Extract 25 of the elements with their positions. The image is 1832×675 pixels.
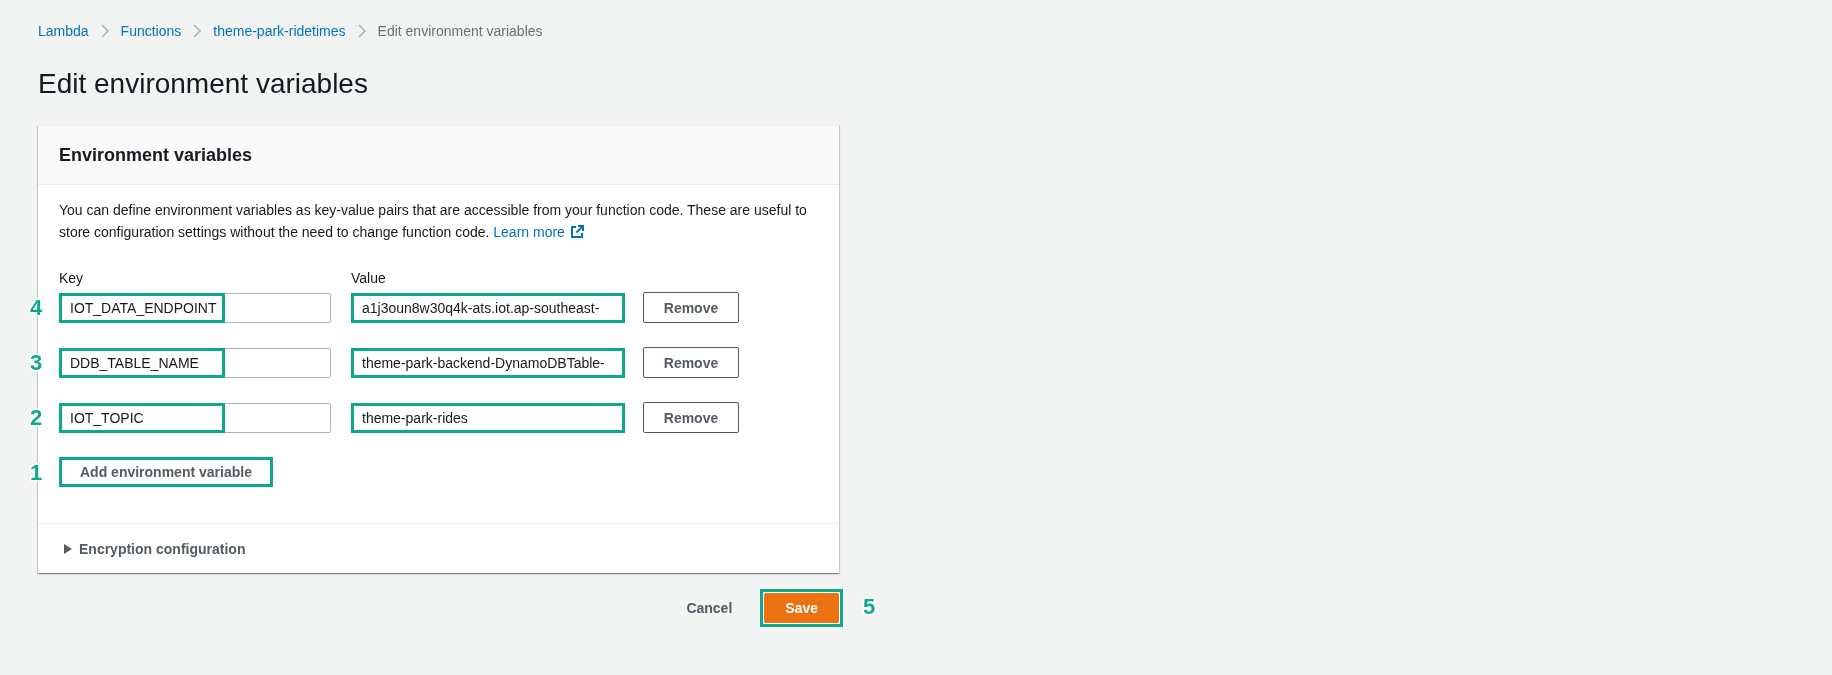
breadcrumb-current: Edit environment variables xyxy=(377,22,543,41)
remove-button[interactable]: Remove xyxy=(643,292,739,323)
callout-number: 2 xyxy=(30,406,43,429)
panel-title: Environment variables xyxy=(59,144,253,166)
key-label: Key xyxy=(59,269,85,288)
caret-right-icon[interactable] xyxy=(63,543,73,554)
callout-number: 5 xyxy=(863,595,876,618)
encryption-toggle[interactable]: Encryption configuration xyxy=(63,540,246,557)
chevron-right-icon xyxy=(193,24,202,38)
remove-button[interactable]: Remove xyxy=(643,402,739,433)
breadcrumb-link[interactable]: theme-park-ridetimes xyxy=(213,21,346,41)
description-text: You can define environment variables as key-value pairs that are accessible from your function code. These are useful to store configuration settings without the need to change function code. Learn more xyxy=(59,201,808,242)
remove-button[interactable]: Remove xyxy=(643,347,739,378)
callout-number: 3 xyxy=(30,351,43,374)
external-link-icon[interactable] xyxy=(569,225,584,239)
value-label: Value xyxy=(351,269,386,288)
callout-number: 4 xyxy=(30,296,43,319)
chevron-right-icon xyxy=(100,24,109,38)
chevron-right-icon xyxy=(357,24,366,38)
breadcrumb-link[interactable]: Functions xyxy=(120,21,182,41)
cancel-button[interactable]: Cancel xyxy=(666,593,753,623)
breadcrumb-link[interactable]: Lambda xyxy=(38,21,89,41)
page-title: Edit environment variables xyxy=(38,67,369,101)
learn-more-link[interactable]: Learn more xyxy=(493,224,565,240)
callout-number: 1 xyxy=(30,461,43,484)
